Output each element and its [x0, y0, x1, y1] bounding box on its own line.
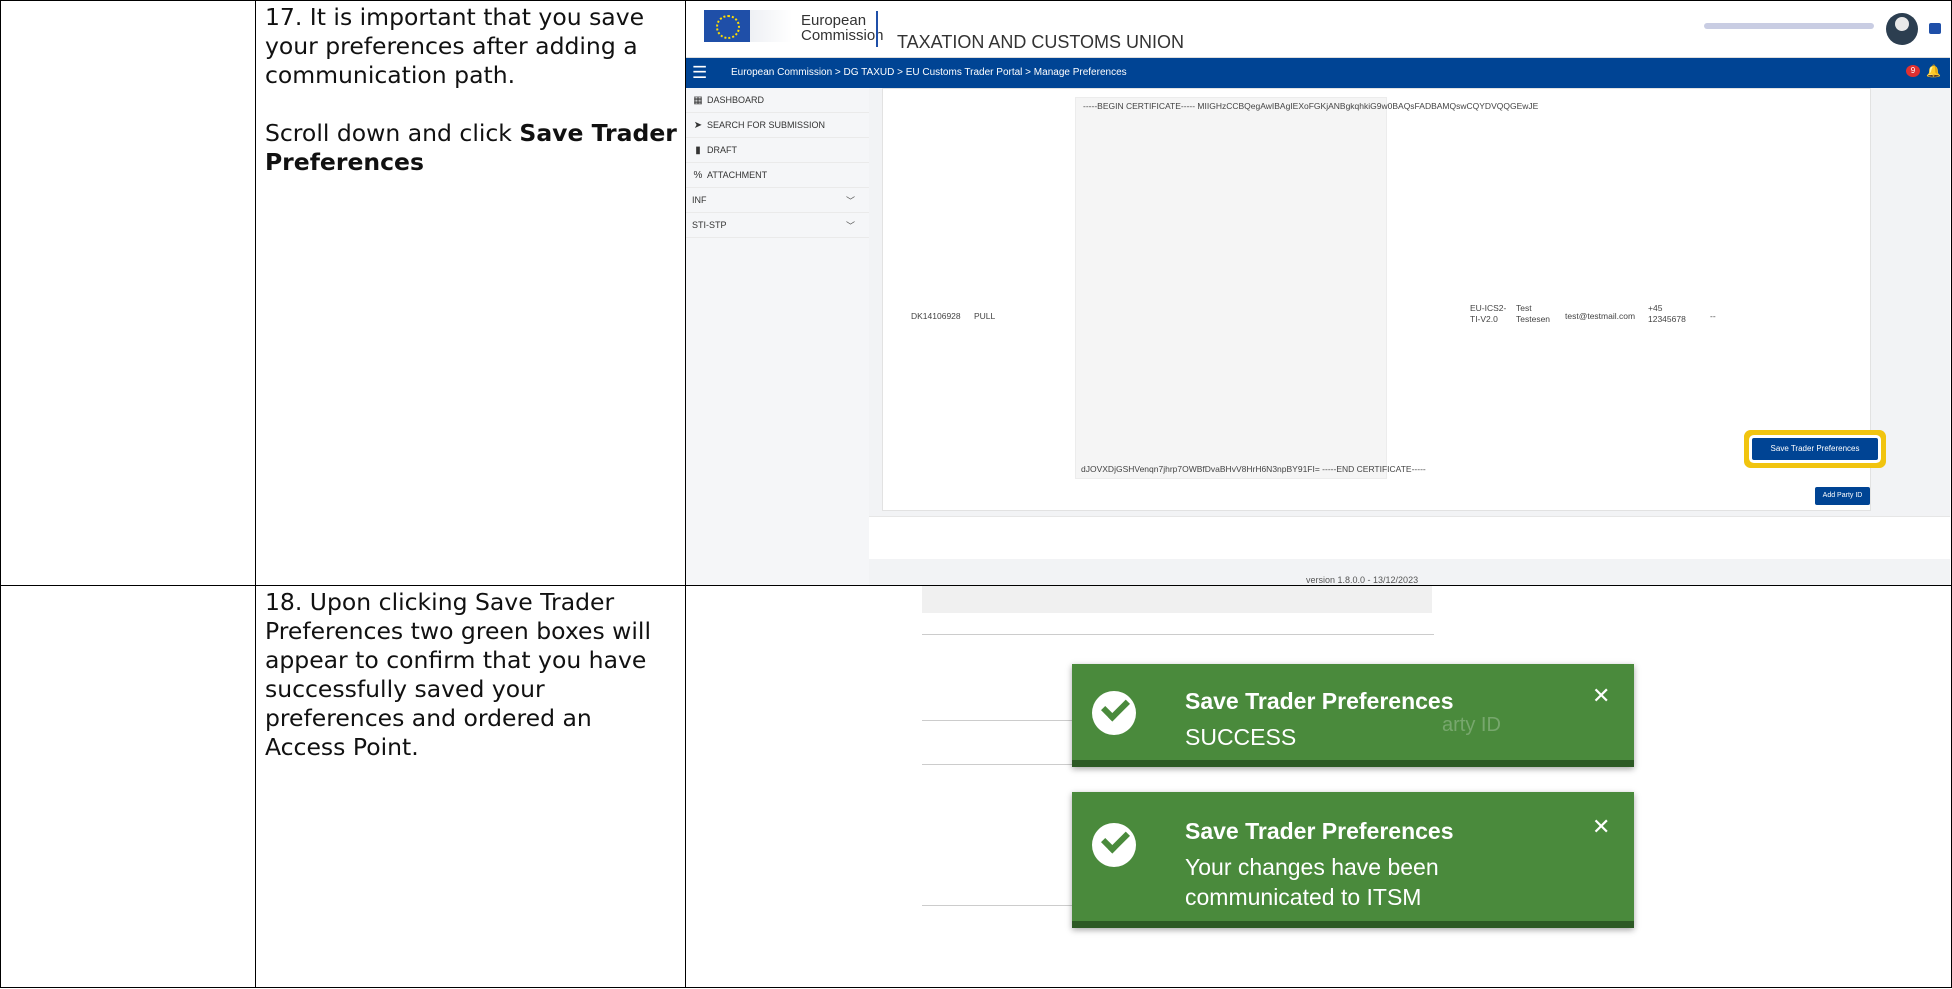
toast-progress-bar — [1072, 921, 1634, 928]
toast-title: Save Trader Preferences — [1185, 688, 1454, 714]
logo-line-2: Commission — [801, 27, 884, 44]
toast-message: SUCCESS — [1185, 724, 1297, 750]
commission-logo-text: European Commission — [801, 13, 884, 43]
main-content: -----BEGIN CERTIFICATE----- MIIGHzCCBQeg… — [869, 88, 1950, 585]
user-name-blurred — [1704, 23, 1874, 29]
background-panel — [922, 586, 1432, 613]
check-circle-icon — [1092, 691, 1136, 735]
screenshot-cell-17: European Commission TAXATION AND CUSTOMS… — [685, 0, 1952, 586]
menu-icon[interactable]: ☰ — [692, 63, 707, 83]
bell-icon[interactable]: 🔔 — [1926, 64, 1941, 78]
profile-line-2: TI-V2.0 — [1470, 314, 1498, 324]
screenshot-cell-18: arty ID Save Trader Preferences SUCCESS … — [685, 585, 1952, 988]
step-17-intro: 17. It is important that you save your p… — [264, 3, 645, 89]
sidebar-item-label: SEARCH FOR SUBMISSION — [707, 120, 826, 130]
chevron-down-icon: ﹀ — [845, 195, 855, 206]
certificate-begin: -----BEGIN CERTIFICATE----- MIIGHzCCBQeg… — [1083, 101, 1539, 111]
sidebar-item-label: ATTACHMENT — [707, 170, 768, 180]
sidebar: ▦ DASHBOARD ➤ SEARCH FOR SUBMISSION ▮ DRAFT… — [686, 88, 869, 585]
eu-flag-icon — [704, 10, 750, 42]
app-title: TAXATION AND CUSTOMS UNION — [897, 32, 1185, 52]
grid-icon: ▦ — [693, 94, 703, 106]
logo-line-1: European — [801, 12, 867, 29]
profile-line-1: EU-ICS2- — [1470, 303, 1507, 313]
toast-message-line-1: Your changes have been — [1185, 854, 1439, 880]
obscured-button-text: arty ID — [1442, 714, 1501, 736]
success-toast: arty ID Save Trader Preferences SUCCESS … — [1072, 664, 1634, 767]
save-trader-preferences-button[interactable]: Save Trader Preferences — [1752, 438, 1878, 460]
toast-message: Your changes have been communicated to I… — [1185, 852, 1439, 912]
sidebar-item-label: DASHBOARD — [707, 95, 765, 105]
save-bar — [869, 516, 1950, 559]
sidebar-item-draft[interactable]: ▮ DRAFT — [686, 138, 869, 163]
step-18-text: 18. Upon clicking Save Trader Preference… — [264, 588, 651, 761]
itsm-toast: Save Trader Preferences Your changes hav… — [1072, 792, 1634, 928]
sidebar-item-label: INF — [692, 195, 707, 205]
add-party-id-button[interactable]: Add Party ID — [1815, 487, 1870, 505]
phone-line-2: 12345678 — [1648, 314, 1686, 324]
notification-badge[interactable]: 9 — [1906, 65, 1920, 77]
message-icon[interactable] — [1929, 23, 1941, 34]
sidebar-item-sti-stp[interactable]: STI-STP ﹀ — [686, 213, 869, 238]
toast-message-line-2: communicated to ITSM — [1185, 884, 1422, 910]
sidebar-item-dashboard[interactable]: ▦ DASHBOARD — [686, 88, 869, 113]
phone-line-1: +45 — [1648, 303, 1663, 313]
step-18-cell: 18. Upon clicking Save Trader Preference… — [254, 585, 687, 988]
sidebar-item-search[interactable]: ➤ SEARCH FOR SUBMISSION — [686, 113, 869, 138]
portal-screenshot: European Commission TAXATION AND CUSTOMS… — [686, 1, 1950, 585]
empty-cell — [0, 585, 256, 988]
certificate-field[interactable] — [1075, 97, 1387, 479]
party-table-card: -----BEGIN CERTIFICATE----- MIIGHzCCBQeg… — [882, 88, 1871, 511]
breadcrumb-bar: ☰ European Commission > DG TAXUD > EU Cu… — [686, 58, 1950, 88]
version-label: version 1.8.0.0 - 13/12/2023 — [1306, 575, 1419, 585]
toast-title: Save Trader Preferences — [1185, 818, 1454, 844]
document-icon: ▮ — [695, 144, 701, 156]
chevron-down-icon: ﹀ — [845, 220, 855, 231]
sidebar-item-label: DRAFT — [707, 145, 737, 155]
certificate-end: dJOVXDjGSHVenqn7jhrp7OWBfDvaBHvV8HrH6N3n… — [1081, 464, 1426, 474]
avatar[interactable] — [1886, 13, 1918, 45]
close-icon[interactable]: ✕ — [1592, 814, 1610, 840]
notification-screenshot: arty ID Save Trader Preferences SUCCESS … — [686, 586, 1950, 987]
contact-name-value: Test Testesen — [1516, 303, 1550, 325]
step-17-instruction-prefix: Scroll down and click — [264, 119, 520, 147]
step-17-cell: 17. It is important that you save your p… — [254, 0, 687, 586]
name-line-1: Test — [1516, 303, 1532, 313]
check-circle-icon — [1092, 823, 1136, 867]
sidebar-item-label: STI-STP — [692, 220, 727, 230]
divider — [922, 634, 1434, 635]
step-17-instruction: Scroll down and click Save Trader Prefer… — [265, 119, 677, 177]
toast-progress-bar — [1072, 760, 1634, 767]
instruction-table: 17. It is important that you save your p… — [0, 0, 1952, 988]
logo-bar — [750, 10, 792, 42]
portal-header: European Commission TAXATION AND CUSTOMS… — [686, 1, 1950, 58]
sidebar-item-inf[interactable]: INF ﹀ — [686, 188, 869, 213]
extra-value: -- — [1710, 311, 1716, 321]
breadcrumb[interactable]: European Commission > DG TAXUD > EU Cust… — [731, 67, 1127, 78]
sidebar-item-attachment[interactable]: % ATTACHMENT — [686, 163, 869, 188]
close-icon[interactable]: ✕ — [1592, 683, 1610, 709]
link-icon: % — [693, 169, 703, 181]
mode-value: PULL — [974, 311, 996, 321]
name-line-2: Testesen — [1516, 314, 1551, 324]
send-icon: ➤ — [693, 119, 703, 131]
phone-value: +45 12345678 — [1648, 303, 1686, 325]
logo-divider — [876, 11, 878, 47]
profile-value: EU-ICS2- TI-V2.0 — [1470, 303, 1506, 325]
empty-cell — [0, 0, 256, 586]
email-value: test@testmail.com — [1565, 311, 1636, 321]
party-id-value: DK14106928 — [911, 311, 961, 321]
